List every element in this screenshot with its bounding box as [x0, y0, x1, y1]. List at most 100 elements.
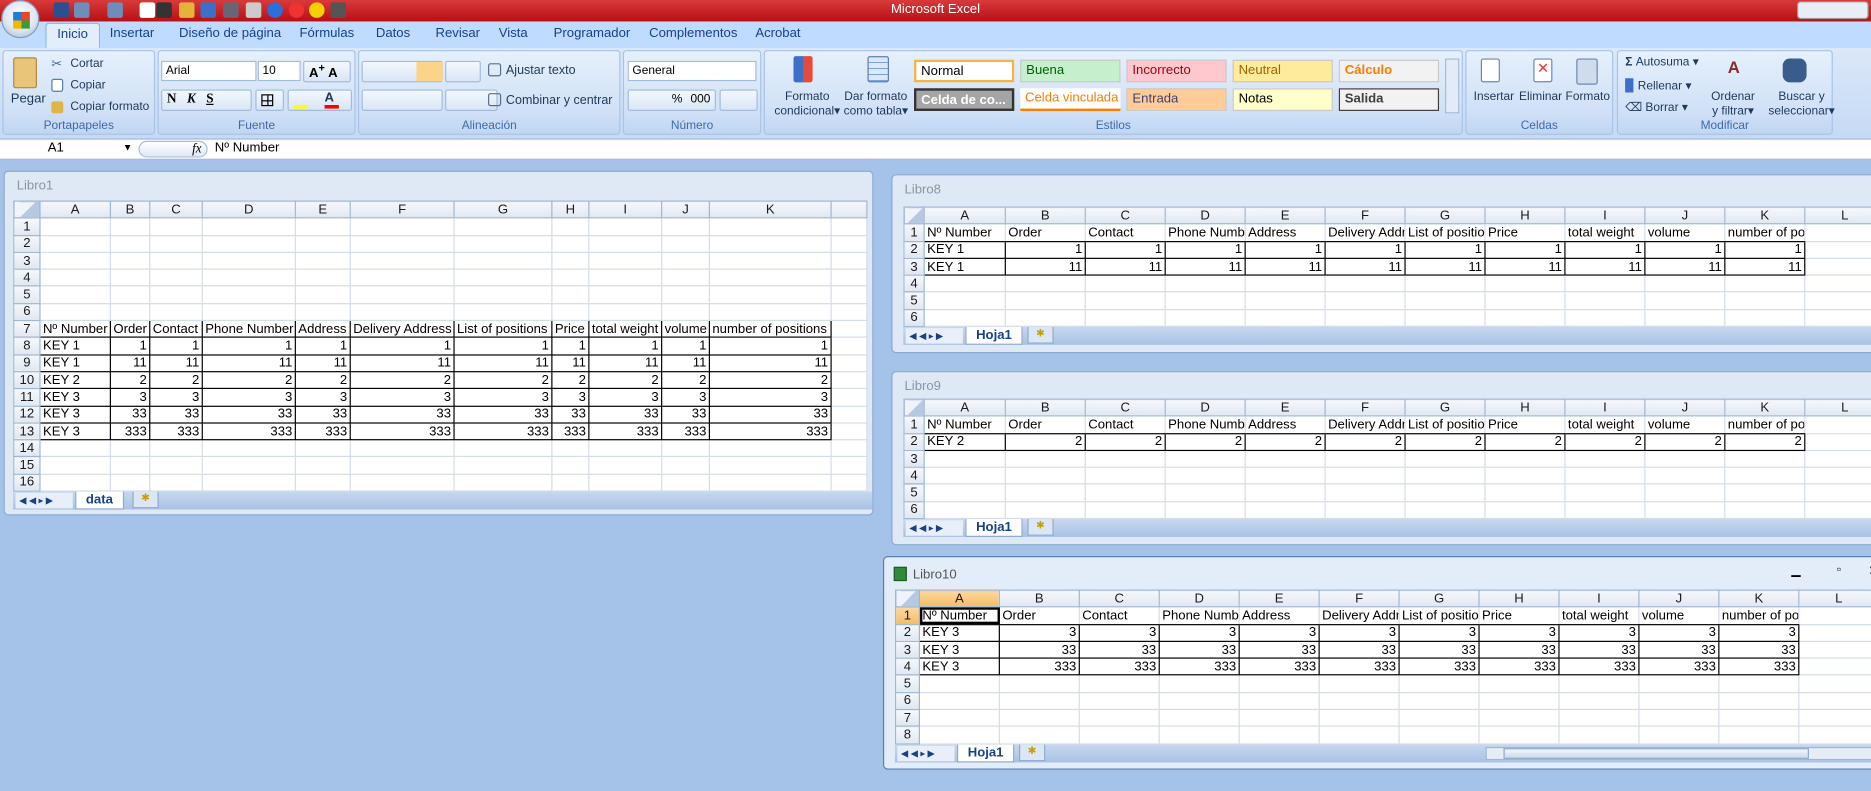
cell[interactable] — [109, 285, 151, 305]
column-header-A[interactable]: A — [923, 206, 1006, 225]
cell[interactable] — [1644, 449, 1726, 468]
data-cell[interactable]: KEY 3 — [39, 405, 111, 424]
select-all-button[interactable] — [903, 206, 925, 225]
cell[interactable] — [39, 456, 111, 475]
cell[interactable] — [1244, 449, 1326, 468]
data-cell[interactable]: 1 — [1404, 240, 1486, 259]
cell[interactable] — [1718, 674, 1800, 694]
cell[interactable] — [708, 302, 832, 322]
cell[interactable] — [588, 268, 663, 287]
cell[interactable] — [1638, 674, 1720, 694]
cell[interactable] — [453, 473, 553, 492]
cell[interactable] — [294, 473, 351, 492]
data-cell[interactable]: 3 — [588, 388, 663, 407]
data-cell[interactable]: KEY 3 — [918, 640, 1000, 659]
cell[interactable] — [1004, 291, 1086, 310]
cell[interactable] — [39, 268, 111, 287]
cell[interactable] — [109, 302, 151, 322]
data-cell[interactable]: 33 — [453, 405, 553, 424]
cell[interactable] — [39, 217, 111, 236]
cell[interactable] — [551, 439, 590, 458]
data-cell[interactable]: 333 — [453, 422, 553, 441]
data-cell[interactable]: 3 — [661, 388, 710, 407]
column-header-H[interactable]: H — [551, 200, 590, 219]
header-cell[interactable]: Contact — [1084, 415, 1166, 434]
conditional-format-button[interactable]: Formato condicional▾ — [774, 91, 840, 120]
paste-icon[interactable] — [13, 57, 37, 89]
row-header-1[interactable]: 1 — [894, 606, 920, 625]
style-entrada[interactable]: Entrada — [1126, 88, 1227, 111]
style-cálculo[interactable]: Cálculo — [1338, 59, 1440, 83]
data-cell[interactable]: 2 — [708, 371, 832, 390]
header-cell[interactable]: Price — [1484, 415, 1566, 434]
data-cell[interactable]: 333 — [109, 422, 151, 441]
cell[interactable] — [1484, 466, 1566, 486]
cell[interactable] — [109, 234, 151, 253]
cell[interactable] — [1638, 708, 1720, 728]
cell[interactable] — [1484, 291, 1566, 310]
data-cell[interactable]: 3 — [294, 388, 351, 407]
tab-datos[interactable]: Datos — [376, 26, 410, 40]
cell[interactable] — [1158, 691, 1240, 711]
cell[interactable] — [708, 217, 832, 236]
insert-sheet-tab[interactable]: ✱ — [1027, 327, 1054, 344]
cell[interactable] — [1724, 291, 1806, 310]
cell[interactable] — [349, 234, 455, 253]
data-cell[interactable]: 1 — [109, 336, 151, 356]
row-header-14[interactable]: 14 — [13, 439, 41, 458]
data-cell[interactable]: 333 — [661, 422, 710, 441]
data-cell[interactable]: 333 — [1158, 657, 1240, 676]
cell[interactable] — [708, 439, 832, 458]
cell[interactable] — [1078, 725, 1160, 745]
data-cell[interactable]: 1 — [1644, 240, 1726, 259]
data-cell[interactable]: 2 — [1564, 432, 1646, 451]
cell[interactable] — [588, 217, 663, 236]
column-header-C[interactable]: C — [1078, 589, 1160, 608]
row-header-13[interactable]: 13 — [13, 422, 41, 441]
cell[interactable] — [1244, 291, 1326, 310]
cell[interactable] — [1084, 500, 1166, 520]
data-cell[interactable]: 3 — [1078, 623, 1160, 642]
header-cell[interactable]: Delivery Addr — [1324, 415, 1406, 434]
borders-button[interactable] — [255, 89, 284, 111]
data-cell[interactable]: 11 — [1644, 257, 1726, 276]
cell[interactable] — [294, 234, 351, 253]
cell[interactable] — [149, 285, 203, 305]
cell[interactable] — [453, 302, 553, 322]
cell[interactable] — [1804, 449, 1871, 468]
cell[interactable] — [661, 302, 710, 322]
cell[interactable] — [923, 483, 1006, 503]
cell[interactable] — [1484, 274, 1566, 293]
scroll-thumb[interactable] — [1503, 747, 1809, 759]
column-header-L[interactable]: L — [1804, 206, 1871, 225]
cell[interactable] — [1564, 449, 1646, 468]
data-cell[interactable]: KEY 3 — [39, 388, 111, 407]
column-header-G[interactable]: G — [1398, 589, 1480, 608]
cell[interactable] — [708, 251, 832, 270]
format-painter-button[interactable]: Copiar formato — [70, 100, 149, 113]
data-cell[interactable]: 2 — [1724, 432, 1806, 451]
data-cell[interactable]: 3 — [1718, 623, 1800, 642]
cell[interactable] — [1798, 674, 1871, 694]
cell[interactable] — [1318, 674, 1400, 694]
data-cell[interactable]: 33 — [998, 640, 1080, 659]
cell[interactable] — [830, 439, 868, 458]
cell[interactable] — [1404, 449, 1486, 468]
data-cell[interactable]: 3 — [109, 388, 151, 407]
data-cell[interactable]: KEY 2 — [923, 432, 1006, 451]
cell[interactable] — [1558, 674, 1640, 694]
header-cell[interactable]: Price — [1478, 606, 1560, 625]
data-cell[interactable]: 2 — [1164, 432, 1246, 451]
cell[interactable] — [1798, 623, 1871, 642]
cell[interactable] — [588, 285, 663, 305]
cell[interactable] — [1724, 308, 1806, 328]
data-cell[interactable]: 11 — [1724, 257, 1806, 276]
data-cell[interactable]: 2 — [1084, 432, 1166, 451]
formula-buttons[interactable]: fx — [138, 140, 208, 158]
cell[interactable] — [1798, 657, 1871, 676]
cell[interactable] — [923, 291, 1006, 310]
cell[interactable] — [830, 268, 868, 287]
column-header-C[interactable]: C — [1084, 206, 1166, 225]
cell[interactable] — [830, 353, 868, 373]
data-cell[interactable]: 333 — [1718, 657, 1800, 676]
